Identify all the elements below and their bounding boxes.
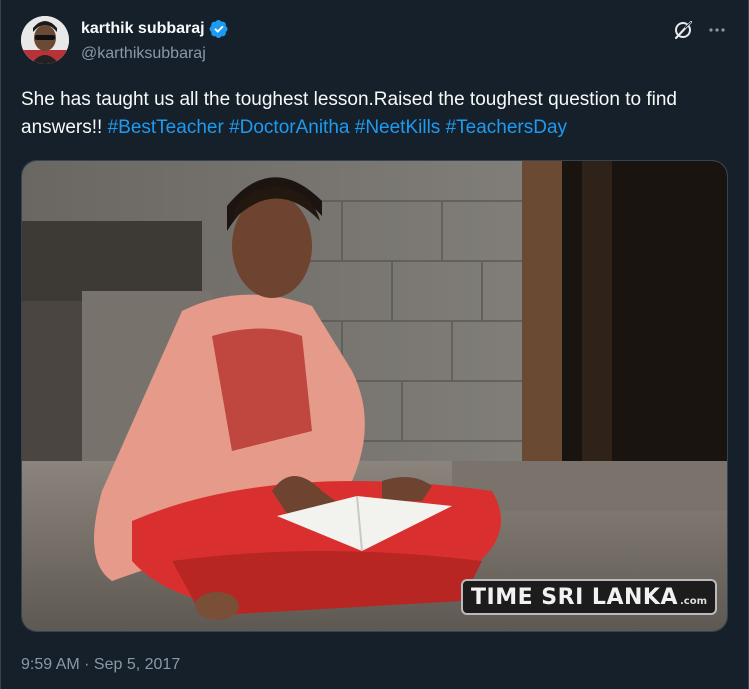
- verified-badge-icon: [209, 19, 229, 39]
- more-icon[interactable]: [706, 19, 728, 41]
- tweet-card: karthik subbaraj @karthiksubbaraj She ha…: [0, 0, 749, 689]
- tweet-text: She has taught us all the toughest lesso…: [21, 86, 736, 142]
- grok-icon[interactable]: [672, 19, 694, 41]
- author-name[interactable]: karthik subbaraj: [81, 20, 205, 38]
- tweet-timestamp[interactable]: 9:59 AM · Sep 5, 2017: [21, 656, 180, 674]
- tweet-media-photo[interactable]: TIME SRI LANKA .com: [21, 160, 728, 632]
- author-handle[interactable]: @karthiksubbaraj: [81, 45, 206, 63]
- hashtag-link[interactable]: #TeachersDay: [446, 117, 567, 138]
- avatar[interactable]: [21, 16, 69, 64]
- hashtag-link[interactable]: #BestTeacher: [108, 117, 224, 138]
- watermark-suffix: .com: [679, 596, 707, 607]
- hashtag-link[interactable]: #NeetKills: [355, 117, 441, 138]
- photo-illustration: [22, 161, 727, 631]
- media-watermark: TIME SRI LANKA .com: [461, 579, 717, 615]
- watermark-text: TIME SRI LANKA: [471, 585, 678, 610]
- author-row: karthik subbaraj: [81, 19, 229, 39]
- hashtag-link[interactable]: #DoctorAnitha: [229, 117, 349, 138]
